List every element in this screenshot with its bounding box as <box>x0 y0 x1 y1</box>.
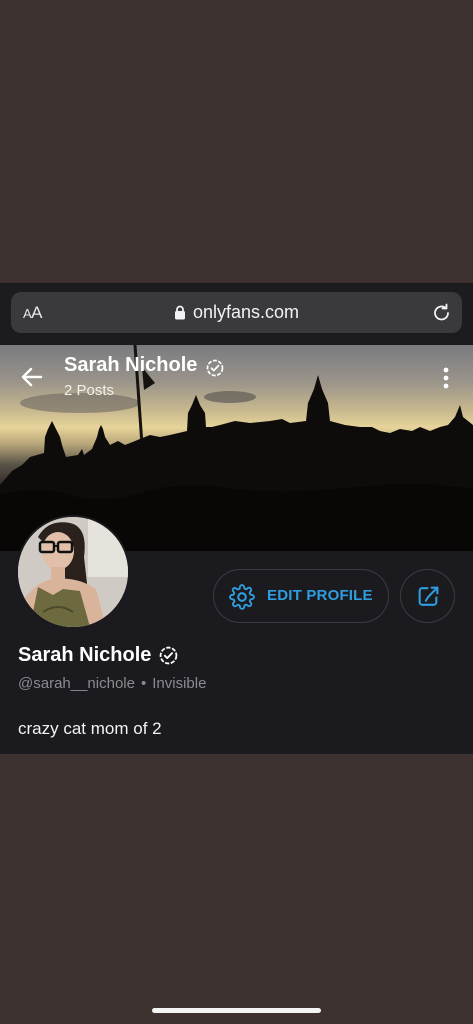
separator-dot: • <box>140 675 147 692</box>
share-button[interactable] <box>400 569 455 623</box>
reload-icon[interactable] <box>431 302 452 323</box>
edit-profile-button[interactable]: EDIT PROFILE <box>213 569 389 623</box>
profile-handle: @sarah__nichole <box>18 675 135 692</box>
home-indicator[interactable] <box>152 1008 321 1013</box>
url-text: onlyfans.com <box>192 302 300 322</box>
browser-toolbar: AA onlyfans.com <box>0 283 473 345</box>
profile-name: Sarah Nichole <box>18 644 152 666</box>
profile-card: EDIT PROFILE Sarah Nichole @sarah__nicho… <box>0 515 473 754</box>
edit-profile-label: EDIT PROFILE <box>267 587 373 604</box>
verified-icon <box>159 646 178 665</box>
status-text: Invisible <box>152 675 207 692</box>
avatar[interactable] <box>16 515 130 629</box>
address-bar[interactable]: AA onlyfans.com <box>11 292 462 333</box>
lock-icon <box>174 305 185 320</box>
avatar-image <box>18 517 128 627</box>
verified-icon <box>206 359 224 377</box>
more-icon[interactable] <box>442 367 450 389</box>
share-icon <box>418 586 439 606</box>
profile-bio: crazy cat mom of 2 <box>18 719 162 738</box>
header-post-count: 2 Posts <box>64 382 115 399</box>
url-display[interactable]: onlyfans.com <box>11 302 462 323</box>
gear-icon <box>229 584 255 610</box>
header-username: Sarah Nichole <box>64 354 198 376</box>
profile-handle-row: @sarah__nichole • Invisible <box>18 675 206 692</box>
back-arrow-icon[interactable] <box>20 365 44 389</box>
